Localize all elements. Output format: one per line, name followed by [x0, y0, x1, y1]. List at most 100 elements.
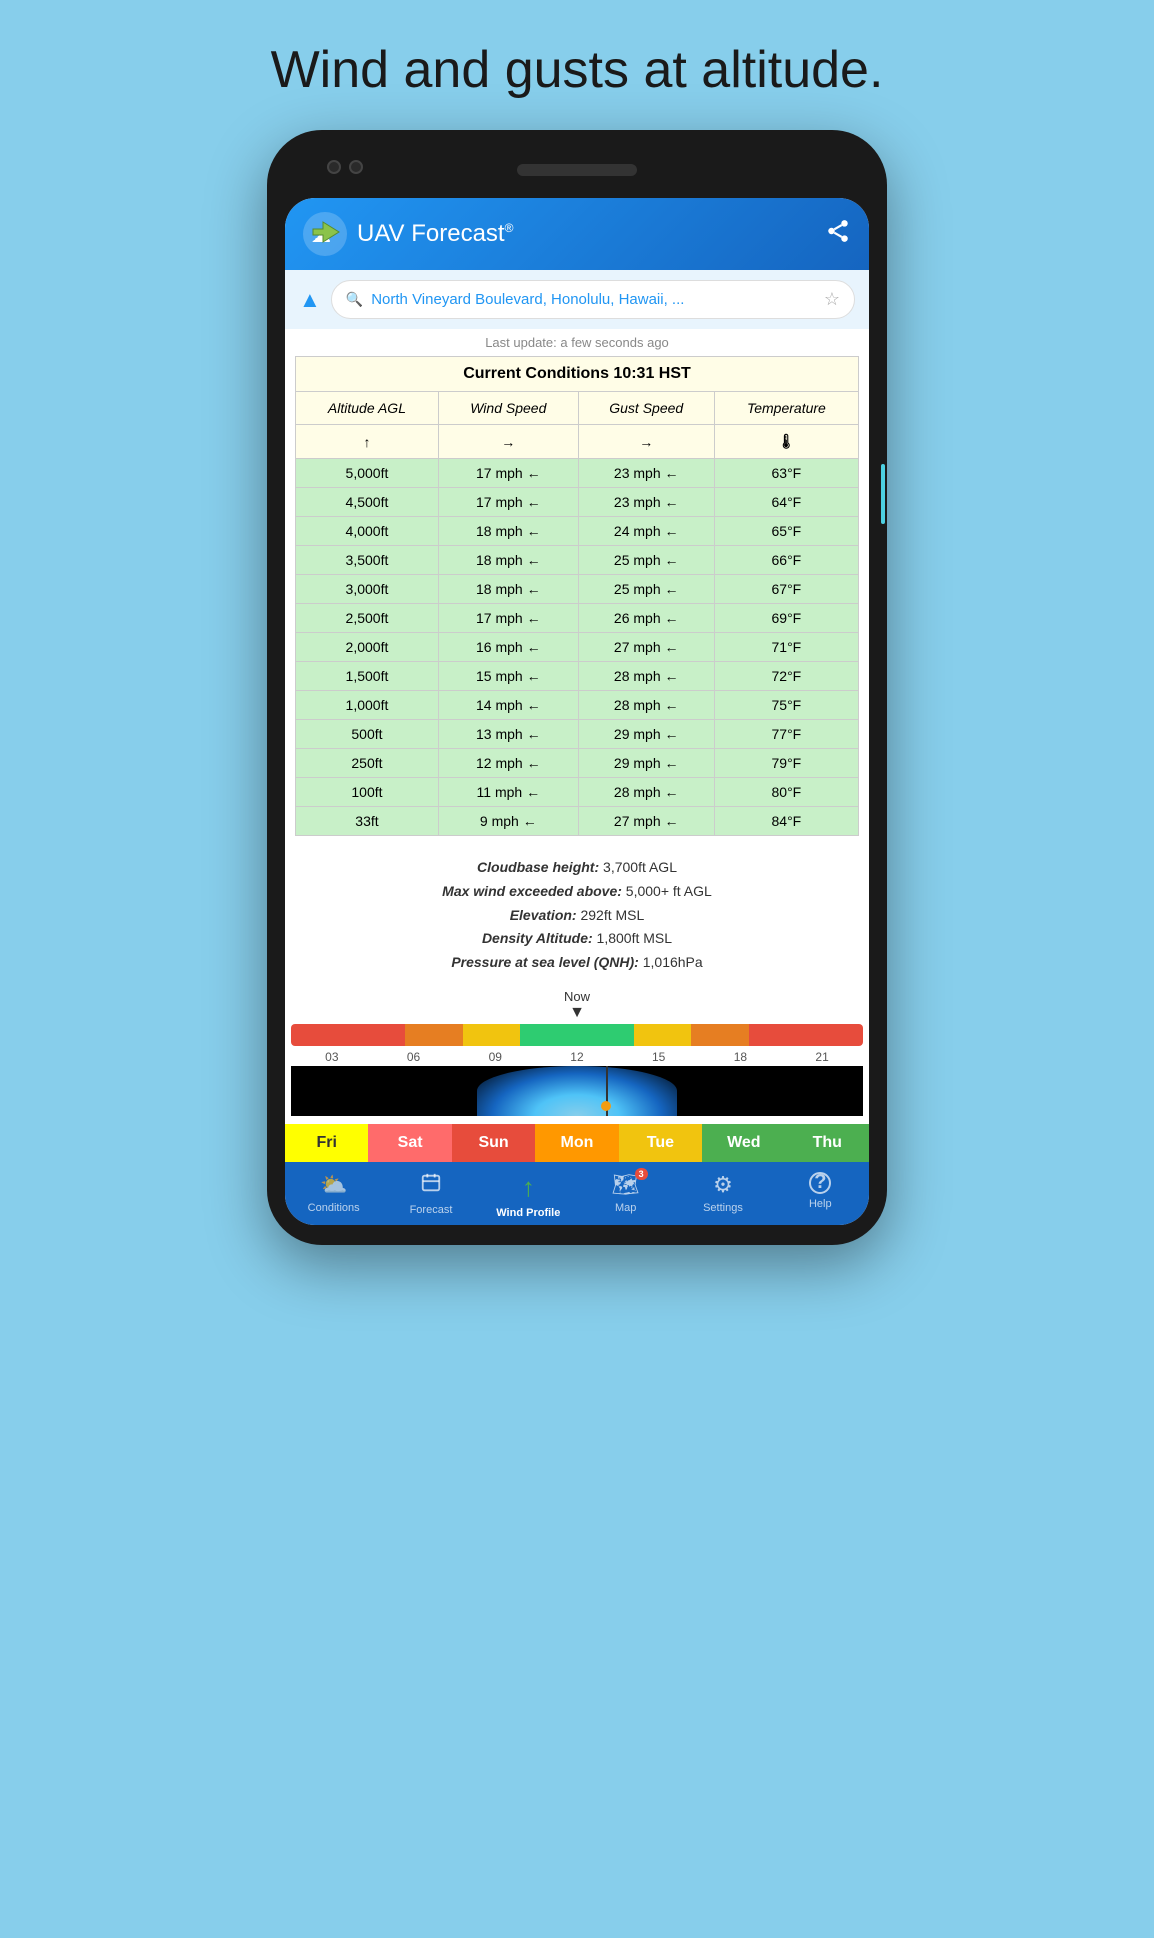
forecast-icon: [420, 1172, 442, 1200]
phone-notch: [285, 150, 869, 190]
wind-profile-icon: ↑: [522, 1172, 535, 1203]
settings-label: Settings: [703, 1202, 743, 1214]
cell-wind-0: 17 mph ←: [438, 459, 578, 488]
app-title-text: UAV Forecast®: [357, 220, 513, 248]
map-icon: 🗺3: [612, 1172, 640, 1198]
cell-gust-12: 27 mph ←: [578, 807, 714, 836]
last-update-text: Last update: a few seconds ago: [285, 329, 869, 356]
cell-alt-0: 5,000ft: [296, 459, 439, 488]
search-bar-area: ▲ 🔍 North Vineyard Boulevard, Honolulu, …: [285, 270, 869, 329]
elevation-info: Elevation: 292ft MSL: [305, 904, 849, 928]
cell-gust-9: 29 mph ←: [578, 720, 714, 749]
timeline-area: Now ▼ 03 06 09 12 15: [285, 989, 869, 1124]
map-label: Map: [615, 1202, 636, 1214]
max-wind-info: Max wind exceeded above: 5,000+ ft AGL: [305, 880, 849, 904]
cell-gust-5: 26 mph ←: [578, 604, 714, 633]
day-fri-button[interactable]: Fri: [285, 1124, 368, 1162]
nav-settings[interactable]: ⚙ Settings: [688, 1172, 758, 1219]
cell-alt-11: 100ft: [296, 778, 439, 807]
day-tue-button[interactable]: Tue: [619, 1124, 702, 1162]
cell-alt-1: 4,500ft: [296, 488, 439, 517]
settings-icon: ⚙: [713, 1172, 733, 1198]
day-thu-button[interactable]: Thu: [786, 1124, 869, 1162]
col-header-gust: Gust Speed: [578, 392, 714, 425]
col-header-wind: Wind Speed: [438, 392, 578, 425]
nav-wind-profile[interactable]: ↑ Wind Profile: [493, 1172, 563, 1219]
pressure-value: 1,016hPa: [643, 954, 703, 970]
timeline-color-bar: [291, 1024, 863, 1046]
table-row: 4,500ft17 mph ←23 mph ←64°F: [296, 488, 859, 517]
location-arrow-icon[interactable]: ▲: [299, 287, 321, 313]
col-header-altitude: Altitude AGL: [296, 392, 439, 425]
hour-18: 18: [734, 1050, 747, 1064]
cell-wind-12: 9 mph ←: [438, 807, 578, 836]
day-sat-button[interactable]: Sat: [368, 1124, 451, 1162]
table-header: Current Conditions 10:31 HST: [296, 357, 859, 392]
search-text: North Vineyard Boulevard, Honolulu, Hawa…: [371, 291, 816, 308]
bottom-nav: ⛅ Conditions Forecast ↑ Wind Profile: [285, 1162, 869, 1225]
cell-temp-6: 71°F: [714, 633, 858, 662]
cell-alt-2: 4,000ft: [296, 517, 439, 546]
nav-forecast[interactable]: Forecast: [396, 1172, 466, 1219]
table-row: 2,500ft17 mph ←26 mph ←69°F: [296, 604, 859, 633]
cell-alt-12: 33ft: [296, 807, 439, 836]
cell-alt-5: 2,500ft: [296, 604, 439, 633]
cell-alt-6: 2,000ft: [296, 633, 439, 662]
cell-alt-4: 3,000ft: [296, 575, 439, 604]
search-input-container[interactable]: 🔍 North Vineyard Boulevard, Honolulu, Ha…: [331, 280, 855, 319]
table-row: 1,000ft14 mph ←28 mph ←75°F: [296, 691, 859, 720]
conditions-table-wrapper: Current Conditions 10:31 HST Altitude AG…: [285, 356, 869, 842]
help-label: Help: [809, 1198, 832, 1210]
nav-conditions[interactable]: ⛅ Conditions: [299, 1172, 369, 1219]
cell-alt-10: 250ft: [296, 749, 439, 778]
cloudbase-value: 3,700ft AGL: [603, 859, 677, 875]
table-row: 3,000ft18 mph ←25 mph ←67°F: [296, 575, 859, 604]
cell-temp-10: 79°F: [714, 749, 858, 778]
max-wind-value: 5,000+ ft AGL: [626, 883, 712, 899]
now-arrow-icon: ▼: [491, 1004, 663, 1022]
share-icon[interactable]: [825, 218, 851, 250]
now-label: Now: [491, 989, 663, 1004]
density-info: Density Altitude: 1,800ft MSL: [305, 927, 849, 951]
hour-12: 12: [570, 1050, 583, 1064]
day-wed-button[interactable]: Wed: [702, 1124, 785, 1162]
nav-help[interactable]: ? Help: [785, 1172, 855, 1219]
col-header-temp: Temperature: [714, 392, 858, 425]
wind-profile-label: Wind Profile: [496, 1207, 560, 1219]
favorite-icon[interactable]: ☆: [824, 289, 840, 310]
hour-03: 03: [325, 1050, 338, 1064]
cell-wind-11: 11 mph ←: [438, 778, 578, 807]
cell-temp-2: 65°F: [714, 517, 858, 546]
search-icon: 🔍: [346, 291, 363, 308]
table-row: 5,000ft17 mph ←23 mph ←63°F: [296, 459, 859, 488]
col-icon-gust: →: [578, 425, 714, 459]
cell-temp-11: 80°F: [714, 778, 858, 807]
cell-temp-0: 63°F: [714, 459, 858, 488]
cell-temp-3: 66°F: [714, 546, 858, 575]
day-sun-button[interactable]: Sun: [452, 1124, 535, 1162]
timeline-hours: 03 06 09 12 15 18 21: [291, 1048, 863, 1066]
nav-map[interactable]: 🗺3 Map: [591, 1172, 661, 1219]
density-value: 1,800ft MSL: [597, 930, 673, 946]
tl-seg-red2: [749, 1024, 863, 1046]
info-block: Cloudbase height: 3,700ft AGL Max wind e…: [285, 842, 869, 989]
cell-gust-11: 28 mph ←: [578, 778, 714, 807]
cell-alt-9: 500ft: [296, 720, 439, 749]
hour-21: 21: [815, 1050, 828, 1064]
col-icon-wind: →: [438, 425, 578, 459]
phone-camera-left: [327, 160, 341, 174]
app-logo-icon: ☁: [303, 212, 347, 256]
pressure-info: Pressure at sea level (QNH): 1,016hPa: [305, 951, 849, 975]
cell-gust-3: 25 mph ←: [578, 546, 714, 575]
cell-gust-10: 29 mph ←: [578, 749, 714, 778]
right-scrollbar[interactable]: [881, 464, 885, 524]
day-mon-button[interactable]: Mon: [535, 1124, 618, 1162]
forecast-label: Forecast: [410, 1204, 453, 1216]
cell-wind-3: 18 mph ←: [438, 546, 578, 575]
table-row: 33ft9 mph ←27 mph ←84°F: [296, 807, 859, 836]
col-icon-temp: 🌡: [714, 425, 858, 459]
cell-gust-7: 28 mph ←: [578, 662, 714, 691]
help-icon: ?: [809, 1172, 831, 1194]
map-badge: 3: [635, 1168, 648, 1180]
table-row: 3,500ft18 mph ←25 mph ←66°F: [296, 546, 859, 575]
